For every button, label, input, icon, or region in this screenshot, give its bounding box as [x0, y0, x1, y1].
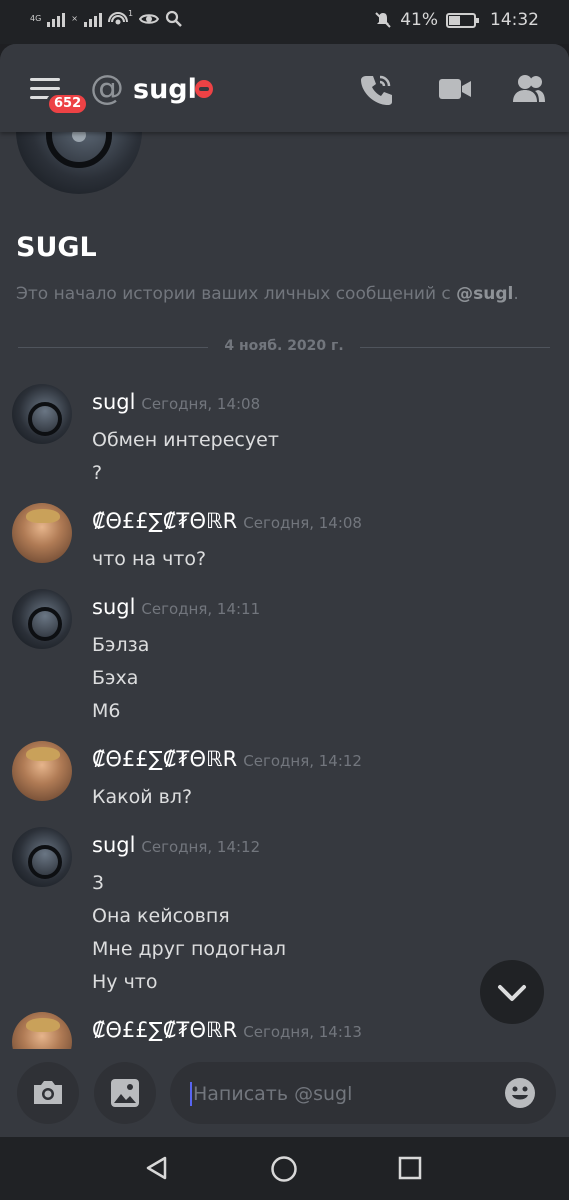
message-line[interactable]: Какой вл? — [92, 781, 192, 814]
video-icon[interactable] — [438, 72, 472, 106]
date-divider-label: 4 нояб. 2020 г. — [224, 338, 344, 354]
chevron-down-icon — [498, 985, 526, 1001]
message-author[interactable]: sugl — [92, 595, 135, 619]
system-nav-bar — [0, 1137, 569, 1200]
signal-2-icon — [84, 11, 102, 27]
avatar[interactable] — [12, 1012, 72, 1049]
emoji-icon[interactable] — [504, 1077, 536, 1109]
message-line[interactable]: Мне друг подогнал — [92, 933, 286, 966]
intro-mention[interactable]: @sugl — [456, 284, 513, 304]
composer-bar: Написать @sugl — [0, 1049, 569, 1137]
image-icon — [111, 1079, 139, 1107]
dm-intro-text: Это начало истории ваших личных сообщени… — [16, 284, 519, 304]
status-bar: 4G × 1 41% 14:32 — [0, 0, 569, 44]
intro-prefix: Это начало истории ваших личных сообщени… — [16, 284, 457, 304]
channel-header: 652 @ sugl — [0, 44, 569, 132]
signal-icon — [47, 11, 66, 27]
dnd-status-icon — [195, 80, 213, 98]
message-author[interactable]: ₡Θ££∑₡₮ΘℝR — [92, 747, 237, 771]
hotspot-count: 1 — [128, 9, 134, 18]
dm-title: SUGL — [16, 232, 97, 263]
message-time: Сегодня, 14:08 — [141, 395, 261, 413]
back-icon[interactable] — [144, 1155, 170, 1181]
unread-badge: 652 — [46, 92, 90, 116]
no-signal-mark: × — [71, 14, 78, 23]
message-line[interactable]: Ну что — [92, 966, 286, 999]
eye-icon — [139, 14, 160, 24]
call-icon[interactable] — [360, 72, 394, 106]
avatar[interactable] — [12, 827, 72, 887]
message-line[interactable]: М6 — [92, 695, 149, 728]
avatar[interactable] — [12, 503, 72, 563]
message-line[interactable]: Бэлза — [92, 629, 149, 662]
message-line[interactable]: Обмен интересует — [92, 424, 279, 457]
at-icon: @ — [90, 68, 124, 108]
message-input-placeholder: Написать @sugl — [190, 1082, 352, 1106]
message-line[interactable]: Бэха — [92, 662, 149, 695]
image-button[interactable] — [94, 1062, 156, 1124]
battery-percent: 41% — [400, 10, 438, 30]
message-time: Сегодня, 14:11 — [141, 600, 261, 618]
status-time: 14:32 — [490, 10, 539, 30]
recents-icon[interactable] — [398, 1156, 422, 1180]
message-author[interactable]: ₡Θ££∑₡₮ΘℝR — [92, 509, 237, 533]
message-author[interactable]: sugl — [92, 833, 135, 857]
dm-screen: 652 @ sugl SUGL Это начало истории ваших… — [0, 44, 569, 1137]
scroll-to-bottom-button[interactable] — [480, 960, 544, 1024]
message-list[interactable]: SUGL Это начало истории ваших личных соо… — [0, 132, 569, 1049]
avatar[interactable] — [12, 589, 72, 649]
message-time: Сегодня, 14:13 — [243, 1023, 362, 1041]
wifi-hotspot-icon — [108, 12, 128, 25]
home-icon[interactable] — [270, 1155, 298, 1183]
battery-icon — [446, 12, 479, 28]
message-author[interactable]: ₡Θ££∑₡₮ΘℝR — [92, 1018, 237, 1042]
avatar[interactable] — [12, 741, 72, 801]
message-time: Сегодня, 14:12 — [141, 838, 261, 856]
intro-suffix: . — [513, 284, 519, 304]
message-input[interactable]: Написать @sugl — [170, 1062, 556, 1124]
date-divider: 4 нояб. 2020 г. — [18, 336, 550, 358]
mute-icon — [375, 12, 391, 28]
members-icon[interactable] — [512, 72, 546, 106]
message-line[interactable]: ? — [92, 457, 279, 490]
message-author[interactable]: sugl — [92, 390, 135, 414]
camera-icon — [34, 1081, 62, 1104]
channel-name[interactable]: sugl — [133, 74, 197, 106]
profile-avatar — [16, 132, 142, 194]
message-line[interactable]: что на что? — [92, 543, 206, 576]
network-type-label: 4G — [30, 14, 42, 23]
avatar[interactable] — [12, 384, 72, 444]
message-line[interactable]: Она кейсовпя — [92, 900, 286, 933]
search-icon — [165, 10, 182, 27]
message-line[interactable]: 3 — [92, 867, 286, 900]
camera-button[interactable] — [17, 1062, 79, 1124]
message-time: Сегодня, 14:12 — [243, 752, 362, 770]
message-time: Сегодня, 14:08 — [243, 514, 362, 532]
